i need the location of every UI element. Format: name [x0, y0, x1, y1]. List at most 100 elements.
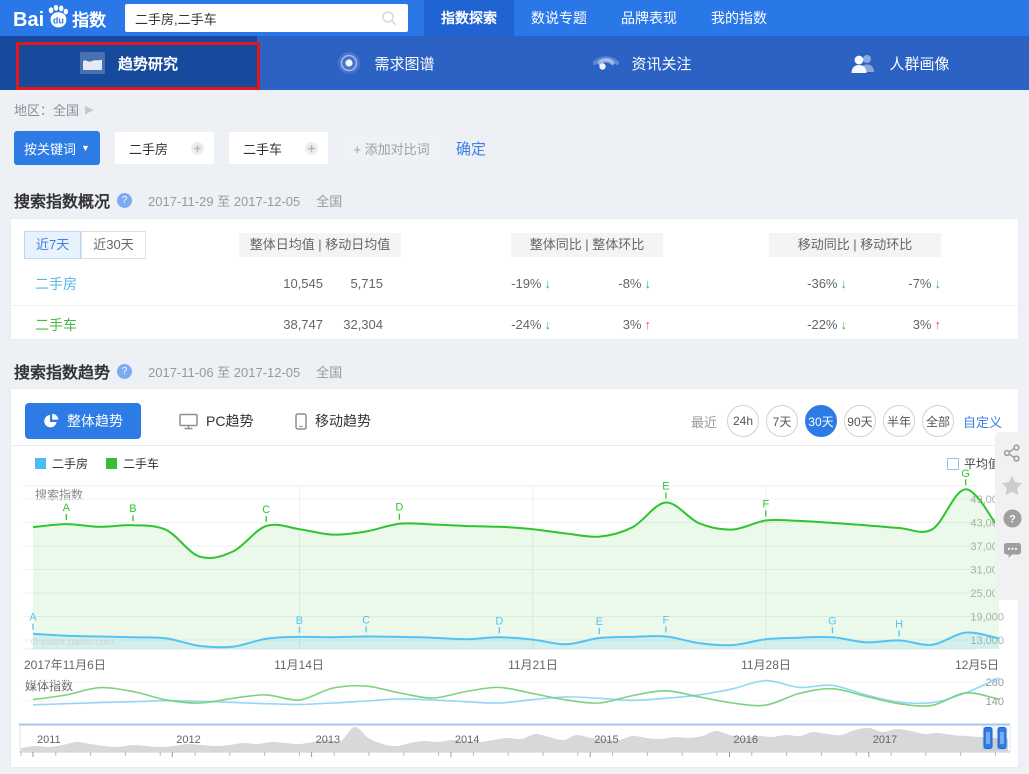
region-label: 地区： [14, 100, 53, 119]
table-row: 二手房 10,545 5,715 -19%↓ -8%↓ -36%↓ -7%↓ [11, 265, 1018, 305]
overall-yoy-value: -24%↓ [441, 306, 551, 344]
range-30d[interactable]: 30天 [805, 405, 837, 437]
svg-text:G: G [828, 615, 837, 627]
overall-mom-value: 3%↑ [551, 306, 651, 344]
trend-arrow-icon: ↑ [935, 317, 942, 332]
chevron-right-icon: ▶ [85, 103, 93, 116]
trend-arrow-icon: ↓ [645, 276, 652, 291]
top-nav-brand[interactable]: 品牌表现 [604, 0, 694, 36]
help-icon[interactable]: ? [117, 193, 132, 208]
trend-arrow-icon: ↑ [645, 317, 652, 332]
overview-date-range: 2017-11-29 至 2017-12-05 [148, 191, 300, 210]
top-nav-data-topics[interactable]: 数说专题 [514, 0, 604, 36]
plus-circle-icon[interactable] [190, 141, 205, 156]
search-icon[interactable] [381, 10, 398, 27]
col-header-mobile-compare: 移动同比 | 移动环比 [769, 233, 941, 257]
svg-text:© index.baidu.com: © index.baidu.com [31, 637, 114, 648]
search-input[interactable]: 二手房,二手车 [125, 4, 408, 32]
x-axis-labels: 2017年11月6日 11月14日 11月21日 11月28日 12月5日 [19, 656, 1012, 671]
svg-text:E: E [596, 616, 603, 628]
tab-last-7-days[interactable]: 近7天 [24, 231, 81, 259]
svg-text:A: A [29, 612, 37, 624]
region-selector[interactable]: 地区： 全国 ▶ [14, 100, 94, 119]
svg-text:D: D [395, 502, 403, 514]
mobile-avg-value: 5,715 [303, 265, 383, 303]
top-nav-index-explore[interactable]: 指数探索 [424, 0, 514, 36]
overview-card: 近7天 近30天 整体日均值 | 移动日均值 整体同比 | 整体环比 移动同比 … [10, 218, 1019, 340]
trend-date-range: 2017-11-06 至 2017-12-05 [148, 362, 300, 381]
svg-text:2015: 2015 [594, 734, 618, 746]
media-index-chart[interactable]: 280140 [19, 672, 1012, 720]
subnav-label: 人群画像 [889, 53, 949, 74]
keyword-text: 二手房 [129, 139, 168, 158]
top-nav: 指数探索 数说专题 品牌表现 我的指数 [424, 0, 784, 36]
legend-swatch-green [106, 458, 117, 469]
col-header-overall-compare: 整体同比 | 整体环比 [511, 233, 663, 257]
share-icon[interactable] [1003, 444, 1021, 462]
svg-text:2012: 2012 [176, 734, 200, 746]
feedback-icon[interactable] [1003, 541, 1022, 559]
timeline-navigator[interactable]: 2011201220132014201520162017 [19, 723, 1012, 759]
mobile-phone-icon [295, 413, 307, 430]
keyword-link[interactable]: 二手房 [35, 265, 77, 303]
baidu-index-logo[interactable]: Bai du 指数 [13, 3, 106, 33]
search-value: 二手房,二手车 [135, 9, 217, 28]
mobile-mom-value: 3%↑ [841, 306, 941, 344]
average-checkbox[interactable] [947, 458, 959, 470]
svg-text:?: ? [1009, 514, 1016, 526]
subnav: 趋势研究 需求图谱 资讯关注 [0, 36, 1029, 90]
subnav-demand-map[interactable]: 需求图谱 [257, 36, 514, 90]
svg-text:C: C [262, 504, 270, 516]
region-value[interactable]: 全国 [53, 100, 79, 119]
svg-text:F: F [663, 614, 670, 626]
monitor-icon [179, 413, 198, 430]
trend-arrow-icon: ↓ [935, 276, 942, 291]
tab-pc-trend[interactable]: PC趋势 [179, 403, 253, 439]
plus-circle-icon[interactable] [304, 141, 319, 156]
range-7d[interactable]: 7天 [766, 405, 798, 437]
svg-text:D: D [495, 615, 503, 627]
x-tick-label: 11月28日 [741, 656, 791, 673]
keyword-mode-label: 按关键词 [24, 139, 76, 158]
orbit-icon [336, 50, 362, 76]
search-index-chart[interactable]: 49,00043,00037,00031,00025,00019,00013,0… [19, 469, 1012, 657]
x-tick-label: 11月14日 [274, 656, 324, 673]
star-icon[interactable] [1001, 475, 1023, 496]
range-90d[interactable]: 90天 [844, 405, 876, 437]
subnav-audience-profile[interactable]: 人群画像 [771, 36, 1028, 90]
range-all[interactable]: 全部 [922, 405, 954, 437]
svg-text:A: A [63, 502, 71, 514]
keyword-mode-dropdown[interactable]: 按关键词 ▼ [14, 131, 100, 165]
keyword-chip-2[interactable]: 二手车 [229, 132, 328, 164]
tab-last-30-days[interactable]: 近30天 [81, 231, 145, 259]
add-compare-word-button[interactable]: + 添加对比词 [343, 132, 440, 164]
range-half-year[interactable]: 半年 [883, 405, 915, 437]
confirm-button[interactable]: 确定 [456, 138, 486, 159]
subnav-label: 趋势研究 [118, 53, 178, 74]
people-icon [849, 51, 877, 75]
divider [11, 445, 1018, 446]
x-tick-label: 12月5日 [955, 656, 999, 673]
svg-text:du: du [53, 16, 64, 26]
keyword-link[interactable]: 二手车 [35, 306, 77, 344]
trend-region: 全国 [316, 362, 342, 381]
svg-text:F: F [762, 499, 769, 511]
help-icon[interactable]: ? [117, 364, 132, 379]
baidu-paw-icon: du [45, 4, 71, 35]
tab-mobile-trend[interactable]: 移动趋势 [295, 403, 371, 439]
top-nav-my-index[interactable]: 我的指数 [694, 0, 784, 36]
subnav-news-attention[interactable]: 资讯关注 [514, 36, 771, 90]
tab-overall-trend[interactable]: 整体趋势 [25, 403, 141, 439]
svg-text:C: C [362, 614, 370, 626]
svg-text:2011: 2011 [37, 734, 61, 746]
svg-text:E: E [662, 481, 669, 493]
svg-text:G: G [961, 469, 970, 480]
range-24h[interactable]: 24h [727, 405, 759, 437]
subnav-trend-research[interactable]: 趋势研究 [0, 36, 257, 90]
svg-text:2016: 2016 [734, 734, 758, 746]
keyword-chip-1[interactable]: 二手房 [115, 132, 214, 164]
help-icon[interactable]: ? [1003, 509, 1022, 528]
signal-icon [593, 50, 619, 76]
range-custom[interactable]: 自定义 [963, 412, 1002, 431]
keyword-bar: 按关键词 ▼ 二手房 二手车 + 添加对比词 [14, 131, 486, 165]
